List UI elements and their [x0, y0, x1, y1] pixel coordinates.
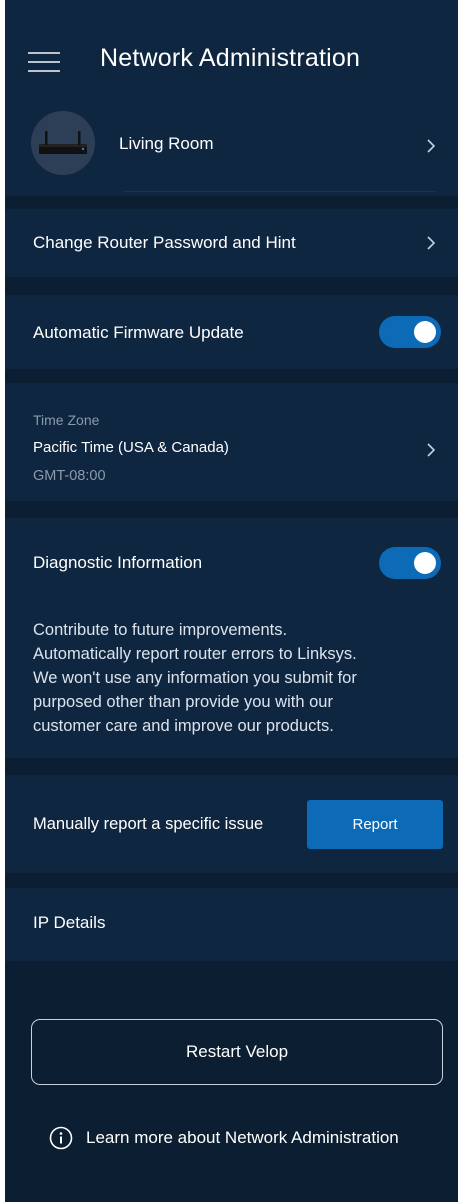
device-name: Living Room	[119, 134, 214, 153]
screen: Network Administration Living Room Chang…	[5, 0, 458, 1202]
toggle-knob	[414, 321, 436, 343]
ip-details-row[interactable]: IP Details	[5, 888, 458, 961]
chevron-right-icon	[420, 439, 442, 461]
diagnostic-label: Diagnostic Information	[33, 553, 203, 572]
divider	[123, 191, 436, 192]
diagnostic-toggle[interactable]	[379, 547, 441, 579]
time-zone-label: Time Zone	[33, 412, 100, 428]
router-image	[31, 111, 95, 175]
diagnostic-description: Contribute to future improvements. Autom…	[33, 618, 413, 738]
change-password-label: Change Router Password and Hint	[33, 233, 296, 252]
menu-icon[interactable]	[28, 52, 60, 72]
description-line: Automatically report router errors to Li…	[33, 645, 357, 663]
description-line: purposed other than provide you with our	[33, 693, 333, 711]
page-title: Network Administration	[100, 44, 361, 72]
change-password-row[interactable]: Change Router Password and Hint	[5, 209, 458, 277]
learn-more-text: Learn more about Network Administration	[86, 1128, 399, 1147]
time-zone-value: Pacific Time (USA & Canada)	[33, 439, 229, 456]
restart-button[interactable]: Restart Velop	[31, 1019, 443, 1085]
chevron-right-icon	[420, 135, 442, 157]
description-line: customer care and improve our products.	[33, 717, 334, 735]
learn-more-link[interactable]: Learn more about Network Administration	[49, 1125, 399, 1151]
report-button[interactable]: Report	[307, 800, 443, 849]
info-icon	[49, 1126, 73, 1150]
chevron-right-icon	[420, 232, 442, 254]
report-label: Manually report a specific issue	[33, 815, 264, 833]
time-zone-offset: GMT-08:00	[33, 468, 106, 484]
ip-details-label: IP Details	[33, 913, 106, 932]
firmware-toggle[interactable]	[379, 316, 441, 348]
firmware-label: Automatic Firmware Update	[33, 323, 244, 342]
header: Network Administration	[5, 0, 458, 124]
description-line: We won't use any information you submit …	[33, 669, 357, 687]
toggle-knob	[414, 552, 436, 574]
firmware-row: Automatic Firmware Update	[5, 295, 458, 369]
time-zone-row[interactable]: Time Zone Pacific Time (USA & Canada) GM…	[5, 383, 458, 501]
description-line: Contribute to future improvements.	[33, 621, 288, 639]
